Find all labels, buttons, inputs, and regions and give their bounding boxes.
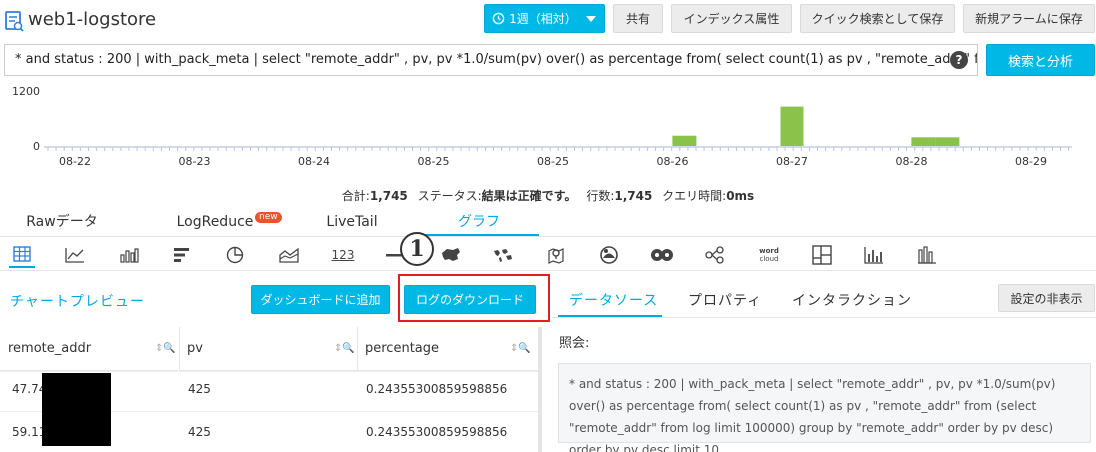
tab-raw-data[interactable]: Rawデータ	[12, 210, 112, 236]
table-cell-remote-addr: 47.74	[12, 382, 47, 396]
line-chart-icon[interactable]	[62, 242, 88, 268]
tab-raw-data-label: Rawデータ	[26, 214, 98, 230]
tab-data-source[interactable]: データソース	[569, 290, 658, 310]
y-tick-label: 1200	[12, 85, 40, 98]
status-label: ステータス:	[417, 189, 482, 203]
tab-properties[interactable]: プロパティ	[688, 290, 762, 310]
table-cell-percentage: 0.24355300859598856	[366, 382, 508, 396]
x-tick-label: 08-27	[776, 155, 808, 168]
table-cell-pv: 425	[188, 425, 211, 439]
chord-icon[interactable]	[596, 242, 622, 268]
rows-label: 行数:	[586, 189, 615, 203]
sort-search-icon[interactable]: ⇕🔍	[155, 343, 176, 354]
total-label: 合計:	[341, 189, 370, 203]
total-value: 1,745	[369, 189, 408, 203]
tab-livetail-label: LiveTail	[326, 214, 378, 230]
tab-livetail[interactable]: LiveTail	[310, 210, 394, 236]
help-icon[interactable]: ?	[950, 51, 968, 69]
x-tick-label: 08-24	[298, 155, 330, 168]
clock-icon	[492, 12, 505, 25]
column-header-label: remote_addr	[8, 341, 92, 356]
result-summary: 合計:1,745 ステータス:結果は正確です。 行数:1,745 クエリ時間:0…	[0, 187, 1096, 204]
hide-settings-button[interactable]: 設定の非表示	[998, 284, 1095, 312]
x-tick-label: 08-23	[179, 155, 211, 168]
histogram-bar	[672, 135, 697, 146]
annotation-highlight	[398, 274, 550, 322]
heatmap-icon[interactable]	[648, 242, 676, 268]
caret-down-icon	[585, 15, 596, 22]
x-tick-label: 08-26	[657, 155, 689, 168]
word-cloud-icon[interactable]: word cloud	[754, 242, 784, 268]
world-map-icon[interactable]	[490, 242, 516, 268]
redaction-block	[42, 373, 111, 446]
number-icon-text: 123	[331, 248, 355, 262]
sankey-icon[interactable]	[702, 242, 728, 268]
bar-chart-icon[interactable]	[116, 242, 142, 268]
histogram-bar	[911, 137, 936, 146]
y-tick-label: 0	[33, 140, 40, 153]
status-value: 結果は正確です。	[481, 189, 577, 203]
x-tick-label: 08-25	[537, 155, 569, 168]
page-title: web1-logstore	[28, 9, 157, 30]
result-table: remote_addr ⇕🔍 pv ⇕🔍 percentage ⇕🔍 47.74…	[0, 327, 540, 452]
map-pin-icon[interactable]	[543, 242, 569, 268]
table-cell-remote-addr: 59.11	[12, 425, 47, 439]
annotation-number: 1	[400, 232, 434, 266]
table-icon[interactable]	[9, 242, 35, 268]
chart-types-divider	[0, 270, 1096, 271]
histogram-bar	[935, 137, 960, 146]
area-chart-icon[interactable]	[276, 242, 302, 268]
share-button[interactable]: 共有	[613, 4, 663, 33]
table-cell-percentage: 0.24355300859598856	[366, 425, 508, 439]
x-tick-label: 08-25	[418, 155, 450, 168]
save-quick-search-button[interactable]: クイック検索として保存	[800, 4, 955, 33]
x-tick-label: 08-22	[59, 155, 91, 168]
tab-interaction[interactable]: インタラクション	[792, 290, 912, 310]
sort-search-icon[interactable]: ⇕🔍	[334, 343, 355, 354]
word-cloud-text-1: word	[759, 247, 779, 255]
result-tabs: Rawデータ LogReduce new LiveTail グラフ	[0, 210, 540, 236]
add-to-dashboard-button[interactable]: ダッシュボードに追加	[251, 285, 390, 314]
rows-value: 1,745	[614, 189, 653, 203]
tab-logreduce-label: LogReduce	[176, 214, 254, 230]
query-input[interactable]: * and status : 200 | with_pack_meta | se…	[4, 44, 978, 76]
query-reference-label: 照会:	[559, 336, 590, 351]
logstore-icon	[5, 11, 24, 32]
tabs-divider	[0, 236, 1096, 237]
pie-chart-icon[interactable]	[222, 242, 248, 268]
histogram-icon[interactable]	[861, 242, 887, 268]
vertical-scrollbar[interactable]	[538, 327, 542, 452]
tab-graph[interactable]: グラフ	[419, 210, 539, 236]
column-icon[interactable]	[914, 242, 940, 268]
column-header-remote-addr[interactable]: remote_addr	[0, 327, 178, 371]
number-icon[interactable]: 123	[328, 242, 358, 268]
word-cloud-text-2: cloud	[759, 255, 779, 263]
treemap-icon[interactable]	[809, 242, 835, 268]
query-time-label: クエリ時間:	[662, 189, 727, 203]
column-header-label: percentage	[365, 341, 440, 356]
time-range-label: 1週（相対）	[509, 12, 577, 26]
sort-search-icon[interactable]: ⇕🔍	[510, 343, 531, 354]
histogram-bar	[780, 106, 804, 146]
search-analyze-button[interactable]: 検索と分析	[986, 44, 1095, 76]
histogram-chart[interactable]: 1200 0 08-22 08-23 08-24 08-25 08-25 08-26 08-27…	[0, 80, 1096, 180]
column-header-label: pv	[187, 341, 203, 356]
query-reference-text: * and status : 200 | with_pack_meta | se…	[558, 363, 1091, 452]
tab-logreduce[interactable]: LogReduce	[165, 210, 265, 236]
save-alarm-button[interactable]: 新規アラームに保存	[963, 4, 1095, 33]
index-attributes-button[interactable]: インデックス属性	[671, 4, 792, 33]
query-time-value: 0ms	[726, 189, 755, 203]
x-tick-label: 08-28	[896, 155, 928, 168]
table-cell-pv: 425	[188, 382, 211, 396]
time-range-button[interactable]: 1週（相対）	[484, 4, 605, 33]
chart-preview-title: チャートプレビュー	[10, 294, 145, 310]
tab-graph-label: グラフ	[458, 214, 500, 230]
column-header-pv[interactable]: pv	[179, 327, 357, 371]
horizontal-bar-icon[interactable]	[169, 242, 195, 268]
new-badge: new	[255, 212, 282, 223]
right-panel-divider	[552, 317, 1096, 318]
china-map-icon[interactable]	[437, 242, 463, 268]
x-tick-label: 08-29	[1015, 155, 1047, 168]
